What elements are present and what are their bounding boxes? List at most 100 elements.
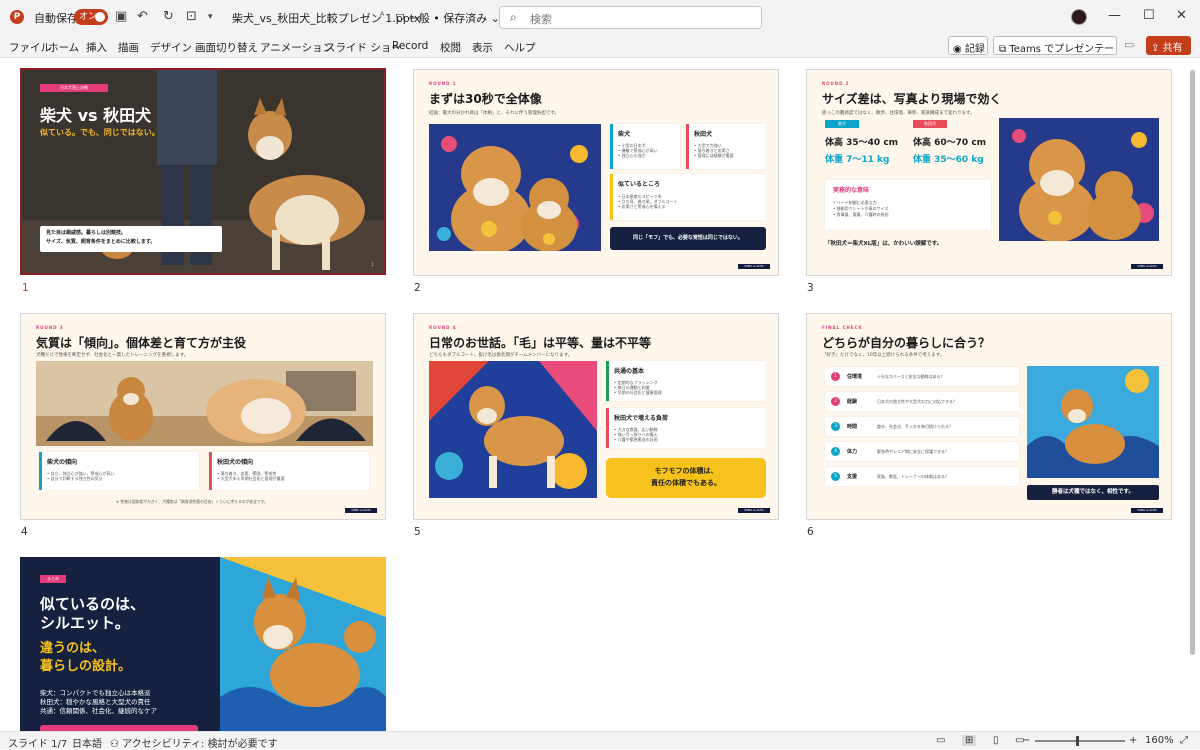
slide2-c1-title: 柴犬 [618, 131, 631, 138]
search-placeholder: 検索 [530, 13, 552, 26]
slide4-card-bar [209, 452, 212, 490]
zoom-level[interactable]: 160% [1145, 735, 1174, 746]
slide6-row-key: 経験 [847, 399, 858, 405]
slide5-c2-title: 秋田犬で増える負荷 [614, 415, 668, 422]
slide3-tag-shiba: 柴犬 [825, 120, 859, 128]
customize-qat-icon[interactable]: ▾ [208, 12, 213, 22]
comments-icon[interactable]: ▭ [1124, 38, 1134, 51]
minimize-icon[interactable]: — [1108, 8, 1121, 23]
slide3-footer: SHIBA vs AKITA [1131, 264, 1163, 269]
tab-draw[interactable]: 描画 [118, 40, 139, 55]
normal-view-icon[interactable]: ▭ [936, 735, 945, 746]
tab-help[interactable]: ヘルプ [504, 40, 536, 55]
slide-thumbnail-7[interactable]: まとめ 似ているのは、 シルエット。 違うのは、 暮らしの設計。 柴犬：コンパク… [20, 557, 386, 731]
slide5-card-bar [606, 361, 609, 401]
slide-number-2: 2 [414, 282, 421, 294]
title-bar: P 自動保存 オン ▣ ↶ ↻ ⊡ ▾ 柴犬_vs_秋田犬_比較プレゼン 1.p… [0, 0, 1200, 34]
tab-slideshow[interactable]: スライド ショー [325, 40, 402, 55]
tab-view[interactable]: 表示 [472, 40, 493, 55]
zoom-slider[interactable] [1035, 740, 1125, 742]
slide7-accent-line1: 違うのは、 [40, 641, 106, 656]
slide2-footer: SHIBA vs AKITA [738, 264, 770, 269]
save-icon[interactable]: ▣ [115, 9, 127, 24]
slide-sorter-view-icon[interactable]: ⊞ [962, 735, 977, 746]
accessibility-text: アクセシビリティ: 検討が必要です [122, 739, 278, 750]
present-from-start-icon[interactable]: ⊡ [186, 9, 197, 24]
record-label: 記録 [964, 44, 985, 55]
dogs-room-photo [36, 361, 373, 446]
slide6-row-key: 住環境 [847, 374, 863, 380]
slide-counter: スライド 1/7 [8, 739, 68, 750]
slide6-check-row: 5 支援 家族、獣医、トレーナーの体制はある？ [825, 467, 1019, 486]
slide2-kicker: ROUND 1 [429, 81, 457, 86]
zoom-out-icon[interactable]: − [1022, 735, 1030, 746]
status-bar: スライド 1/7 日本語 ⚇ アクセシビリティ: 検討が必要です ▭ ⊞ ▯ ▭… [0, 731, 1200, 750]
fit-to-window-icon[interactable]: ⤢ [1180, 735, 1188, 746]
share-button[interactable]: ⇪ 共有 ⌄ [1146, 36, 1191, 65]
teams-present-button[interactable]: ⧉ Teams でプレゼンテーション [993, 36, 1117, 70]
powerpoint-logo-icon: P [10, 10, 24, 24]
slide-number-5: 5 [414, 526, 421, 538]
slide4-card-shiba: 柴犬の傾向 • 自立、独立心が強い、警戒心が高い • 自分で判断する独立性の気分 [39, 452, 199, 490]
tab-animations[interactable]: アニメーション [260, 40, 333, 55]
slide2-card-shiba: 柴犬 • 小型の日本犬 • 機敏で警戒心が高い • 独立心も強力 [610, 124, 680, 169]
close-icon[interactable]: ✕ [1176, 8, 1187, 23]
slide6-row-key: 体力 [847, 449, 858, 455]
slide5-banner-line2: 責任の体積でもある。 [651, 479, 721, 487]
undo-icon[interactable]: ↶ [137, 9, 148, 24]
slide6-row-number: 5 [831, 472, 840, 481]
autosave-toggle[interactable]: オン [74, 9, 108, 25]
tab-review[interactable]: 校閲 [440, 40, 461, 55]
slide-thumbnail-5[interactable]: ROUND 4 日常のお世話。「毛」は平等、量は不平等 どちらもダブルコート。抜… [413, 313, 779, 520]
tab-design[interactable]: デザイン [150, 40, 192, 55]
slide-thumbnail-1[interactable]: 日本犬頂上決戦 柴犬 vs 秋田犬 似ている。でも、同じではない。 見た目は親戚… [20, 68, 386, 275]
avatar[interactable] [1071, 9, 1087, 25]
slide3-tag-akita: 秋田犬 [913, 120, 947, 128]
accessibility-status[interactable]: ⚇ アクセシビリティ: 検討が必要です [110, 735, 278, 750]
slide3-weight-akita: 体重 35〜60 kg [913, 155, 984, 165]
slide6-title: どちらが自分の暮らしに合う？ [822, 336, 991, 350]
language-indicator[interactable]: 日本語 [72, 735, 102, 750]
slide4-c2-title: 秋田犬の傾向 [217, 459, 254, 466]
slide5-banner-line1: モフモフの体積は、 [654, 467, 718, 475]
record-button[interactable]: ◉ 記録 [948, 36, 988, 55]
slide5-lead: どちらもダブルコート。抜け毛は換毛期がチームメンバーになります。 [429, 353, 573, 358]
slide4-c1-line2: • 自分で判断する独立性の気分 [47, 476, 103, 481]
reading-view-icon[interactable]: ▯ [993, 735, 999, 746]
redo-icon[interactable]: ↻ [163, 9, 174, 24]
zoom-slider-thumb[interactable] [1076, 736, 1079, 746]
tab-record[interactable]: Record [392, 40, 428, 52]
slide2-card-bar [686, 124, 689, 169]
slide4-footnote: ※ 性格は個体差が大きく、犬種差は「飼育適性要の目安」くらいに考えるのが安全です… [116, 499, 268, 504]
slide2-lead: 結論：最大の分かれ目は「体格」と、それに伴う管理負担です。 [429, 111, 559, 116]
tab-file[interactable]: ファイル [9, 40, 51, 55]
tab-insert[interactable]: 挿入 [86, 40, 107, 55]
slide5-title: 日常のお世話。「毛」は平等、量は不平等 [429, 336, 652, 350]
slide3-weight-shiba: 体重 7〜11 kg [825, 155, 890, 165]
slide-thumbnail-3[interactable]: ROUND 2 サイズ差は、写真より現場で効く 扱っこの難易度ではなく、散歩、住… [806, 69, 1172, 276]
slide4-footer: SHIBA vs AKITA [345, 508, 377, 513]
sensitivity-save-status[interactable]: ⛉ 一般 • 保存済み ⌄ [396, 10, 500, 26]
slide-thumbnail-4[interactable]: ROUND 3 気質は「傾向」。個体差と育て方が主役 犬種だけで性格を断定せず、… [20, 313, 386, 520]
shiba-wave-photo [1027, 366, 1159, 478]
maximize-icon[interactable]: ☐ [1143, 8, 1155, 23]
slide2-title: まずは30秒で全体像 [429, 92, 542, 106]
tab-home[interactable]: ホーム [48, 40, 79, 55]
scrollbar-thumb[interactable] [1190, 70, 1195, 655]
slide7-kicker: まとめ [40, 575, 66, 583]
slide3-title: サイズ差は、写真より現場で効く [822, 92, 1002, 106]
slide5-card-common: 共通の基本 • 定期的なブラッシング • 毎日の運動と刺激 • 早期の社会化と健… [606, 361, 766, 401]
slide6-check-row: 1 住環境 十分なスペースと安全な動線はある？ [825, 367, 1019, 386]
slide-thumbnail-2[interactable]: ROUND 1 まずは30秒で全体像 結論：最大の分かれ目は「体格」と、それに伴… [413, 69, 779, 276]
zoom-in-icon[interactable]: + [1129, 735, 1137, 746]
search-input[interactable]: ⌕ 検索 [499, 6, 762, 29]
shiba-sunny-photo [220, 557, 386, 731]
slide-thumbnail-6[interactable]: FINAL CHECK どちらが自分の暮らしに合う？ 「好き」だけでなく、10年… [806, 313, 1172, 520]
slide2-c1-line3: • 独立心も強力 [618, 153, 646, 158]
slide4-c2-line2: • 大型犬ゆえ早期社会化と管理が重要 [217, 476, 285, 481]
slide5-c1-line3: • 早期の社会化と健康管理 [614, 390, 662, 395]
autosave-label: 自動保存 [34, 12, 78, 25]
share-label: 共有 [1162, 43, 1183, 54]
vertical-scrollbar[interactable] [1188, 60, 1197, 730]
tab-transitions[interactable]: 画面切り替え [195, 40, 258, 55]
